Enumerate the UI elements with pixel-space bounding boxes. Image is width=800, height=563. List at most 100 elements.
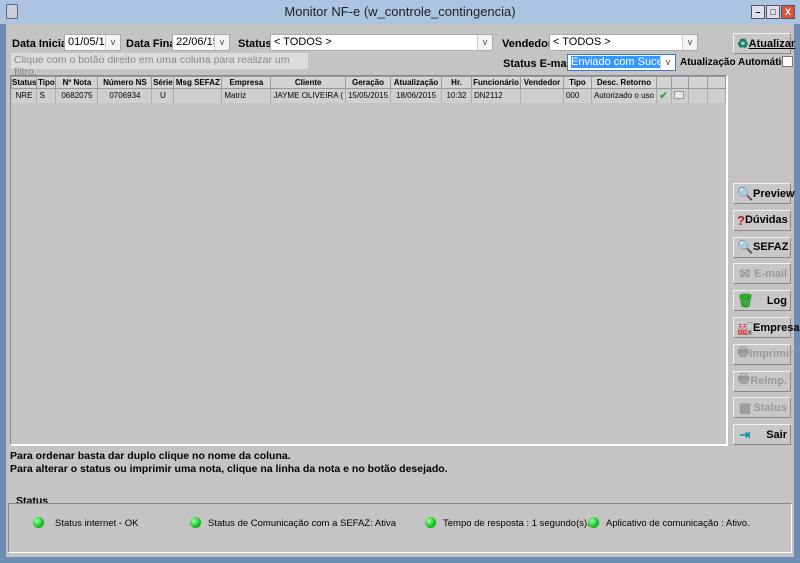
imprimir-button[interactable]: 🖶 Imprimir [733, 343, 793, 365]
document-search-icon: 🔍 [737, 239, 754, 255]
status-table-icon: ▦ [738, 399, 752, 415]
vendedor-select[interactable]: < TODOS > v [549, 34, 698, 51]
table-cell[interactable]: 10:32 [441, 88, 472, 103]
column-header[interactable]: Nº Nota [55, 76, 99, 89]
button-label: Preview [753, 187, 795, 200]
check-icon: ✔ [658, 90, 669, 103]
trash-icon: 🗑 [737, 292, 754, 308]
refresh-icon: ♻ [737, 35, 749, 51]
column-header[interactable]: Hr. [441, 76, 472, 89]
minimize-button[interactable]: – [751, 5, 765, 19]
status-app: Aplicativo de comunicação : Ativo. [606, 518, 750, 529]
log-button[interactable]: 🗑 Log [733, 290, 791, 312]
chevron-down-icon[interactable]: v [105, 35, 120, 50]
column-header[interactable] [655, 76, 672, 89]
table-cell[interactable] [671, 88, 689, 103]
table-cell[interactable]: NRE [11, 88, 38, 103]
chevron-down-icon[interactable]: v [477, 35, 492, 50]
led-icon [33, 517, 44, 528]
led-icon [425, 517, 436, 528]
column-header[interactable]: Empresa [221, 76, 272, 89]
printer-icon: 🖶 [737, 344, 750, 360]
filter-hint: Clique com o botão direito em uma coluna… [11, 53, 308, 78]
column-header[interactable]: Atualização [390, 76, 443, 89]
led-icon [190, 517, 201, 528]
status-button[interactable]: ▦ Status [733, 397, 791, 419]
table-cell[interactable]: JAYME OLIVEIRA ( [270, 88, 346, 103]
table-cell[interactable]: 0706934 [97, 88, 153, 103]
factory-icon: 🏭 [737, 319, 754, 335]
sefaz-button[interactable]: 🔍 SEFAZ [733, 236, 791, 258]
table-cell[interactable]: S [36, 88, 57, 103]
column-header[interactable]: Vendedor [519, 76, 564, 89]
question-icon: ? [737, 212, 745, 228]
data-final-field[interactable]: 22/06/15 v [172, 34, 230, 51]
vendedor-label: Vendedor: [502, 38, 556, 50]
button-label: Dúvidas [744, 214, 788, 227]
table-cell[interactable] [688, 88, 708, 103]
column-header[interactable]: Geração [344, 76, 392, 89]
table-cell[interactable]: DN2112 [471, 88, 521, 103]
printer-icon: 🖶 [737, 371, 750, 387]
sair-button[interactable]: ⇥ Sair [733, 424, 791, 446]
button-label: Empresa [753, 321, 800, 334]
email-icon: ✉ [739, 265, 751, 281]
table-cell[interactable]: 15/05/2015 [345, 88, 392, 103]
maximize-button[interactable]: □ [766, 5, 780, 19]
table-cell[interactable]: 18/06/2015 [390, 88, 443, 103]
exit-door-icon: ⇥ [739, 426, 751, 442]
help-status: Para alterar o status ou imprimir uma no… [10, 463, 448, 475]
status-select[interactable]: < TODOS > v [270, 34, 493, 51]
table-cell[interactable]: U [151, 88, 175, 103]
close-button[interactable]: X [781, 5, 795, 19]
status-response-time: Tempo de resposta : 1 segundo(s). [443, 518, 590, 529]
window-title: Monitor NF-e (w_controle_contingencia) [284, 4, 516, 19]
chevron-down-icon[interactable]: v [682, 35, 697, 50]
column-header[interactable] [670, 76, 689, 89]
help-sort: Para ordenar basta dar duplo clique no n… [10, 450, 291, 462]
auto-update-checkbox[interactable] [782, 56, 793, 67]
button-label: E-mail [753, 267, 787, 280]
column-header[interactable]: Msg SEFAZ [173, 76, 223, 89]
status-email-select[interactable]: Enviado com Sucess v [567, 54, 676, 71]
column-header[interactable]: Status [10, 76, 38, 89]
column-header[interactable]: Cliente [270, 76, 346, 89]
notes-grid[interactable]: Status Tipo Nº Nota Número NS Série Msg SEFAZ… [10, 75, 728, 446]
attachment-icon[interactable] [673, 90, 684, 99]
table-cell[interactable]: ✔ [656, 88, 672, 103]
column-header[interactable]: Série [151, 76, 175, 89]
preview-button[interactable]: 🔍 Preview [733, 183, 795, 204]
empresa-button[interactable]: 🏭 Empresa [733, 317, 799, 338]
table-row[interactable]: NRE S 0682075 0706934 U Matriz JAYME OLIVEIRA … [11, 88, 727, 103]
auto-update-label: Atualização Automática [680, 57, 793, 68]
status-internet: Status internet - OK [55, 518, 139, 529]
table-cell[interactable] [173, 88, 223, 103]
table-cell[interactable] [707, 88, 727, 103]
chevron-down-icon[interactable]: v [214, 35, 229, 50]
column-header[interactable]: Funcionário [471, 76, 521, 89]
atualizar-button[interactable]: ♻ Atualizar [733, 33, 795, 54]
column-header[interactable]: Tipo [562, 76, 592, 89]
table-cell[interactable]: Autorizado o uso [591, 88, 657, 103]
status-email-label: Status E-mail: [503, 58, 577, 70]
table-cell[interactable] [520, 88, 564, 103]
led-icon [588, 517, 599, 528]
dvidas-button[interactable]: ? Dúvidas [733, 209, 791, 231]
email-button[interactable]: ✉ E-mail [733, 263, 791, 285]
column-header[interactable]: Número NS [97, 76, 153, 89]
column-header[interactable] [706, 76, 727, 89]
button-label: SEFAZ [753, 241, 789, 254]
button-label: Reimp. [750, 375, 787, 388]
notes-table: Status Tipo Nº Nota Número NS Série Msg SEFAZ… [10, 76, 727, 103]
column-header[interactable]: Desc. Retorno [590, 76, 657, 89]
column-header[interactable] [687, 76, 708, 89]
column-header[interactable]: Tipo [36, 76, 57, 89]
preview-icon: 🔍 [737, 185, 754, 201]
chevron-down-icon[interactable]: v [660, 55, 675, 70]
status-sefaz: Status de Comunicação com a SEFAZ: Ativa [208, 518, 396, 529]
table-cell[interactable]: 000 [563, 88, 592, 103]
data-inicial-field[interactable]: 01/05/15 v [64, 34, 121, 51]
reimp-button[interactable]: 🖶 Reimp. [733, 370, 791, 392]
table-cell[interactable]: 0682075 [55, 88, 99, 103]
table-cell[interactable]: Matriz [221, 88, 272, 103]
